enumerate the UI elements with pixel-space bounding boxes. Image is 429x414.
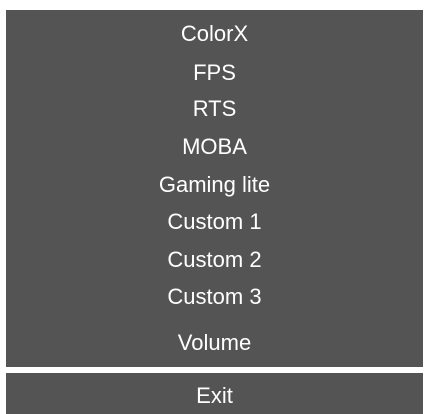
osd-menu-panel: ColorX FPS RTS MOBA Gaming lite Custom 1… <box>6 10 423 367</box>
menu-item-fps[interactable]: FPS <box>6 60 423 86</box>
menu-item-colorx[interactable]: ColorX <box>6 21 423 47</box>
exit-button[interactable]: Exit <box>6 373 423 414</box>
menu-item-custom-1[interactable]: Custom 1 <box>6 209 423 235</box>
menu-item-moba[interactable]: MOBA <box>6 134 423 160</box>
menu-item-gaming-lite[interactable]: Gaming lite <box>6 172 423 198</box>
menu-item-custom-3[interactable]: Custom 3 <box>6 284 423 310</box>
menu-item-custom-2[interactable]: Custom 2 <box>6 247 423 273</box>
exit-label: Exit <box>196 383 233 408</box>
menu-item-volume[interactable]: Volume <box>6 330 423 356</box>
menu-item-rts[interactable]: RTS <box>6 96 423 122</box>
